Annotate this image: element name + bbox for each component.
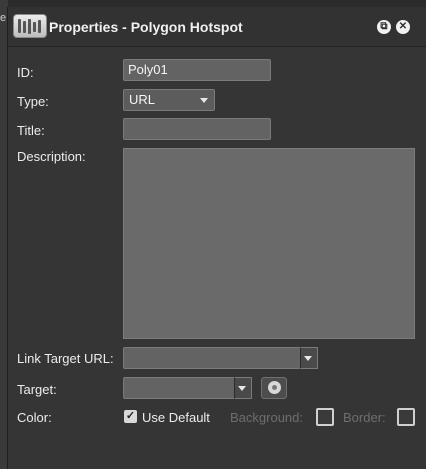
target-picker-button[interactable] xyxy=(261,377,287,399)
target-dropdown[interactable] xyxy=(234,377,252,399)
close-icon[interactable]: ✕ xyxy=(396,20,410,34)
target-input[interactable] xyxy=(123,377,235,399)
window-title: Properties - Polygon Hotspot xyxy=(49,19,243,35)
id-input[interactable]: Poly01 xyxy=(123,59,271,81)
type-select[interactable]: URL xyxy=(123,89,215,111)
target-picker-icon xyxy=(268,381,281,394)
equalizer-app-icon xyxy=(13,14,47,38)
use-default-checkbox[interactable]: ✓ xyxy=(124,410,137,423)
chevron-down-icon xyxy=(304,356,312,361)
chevron-down-icon xyxy=(200,98,208,103)
background-color-label: Background: xyxy=(230,410,303,425)
border-color-label: Border: xyxy=(343,410,386,425)
target-label: Target: xyxy=(17,382,57,397)
id-label: ID: xyxy=(17,65,34,80)
restore-window-icon[interactable]: ⧉ xyxy=(377,20,391,34)
title-label: Title: xyxy=(17,123,45,138)
type-select-value: URL xyxy=(129,92,156,107)
link-target-url-dropdown[interactable] xyxy=(300,347,318,369)
background-app-glyph: e xyxy=(0,12,7,24)
link-target-url-input[interactable] xyxy=(123,347,301,369)
type-label: Type: xyxy=(17,94,49,109)
link-target-url-label: Link Target URL: xyxy=(17,351,114,366)
border-color-swatch[interactable] xyxy=(397,408,415,426)
properties-panel: Properties - Polygon Hotspot ⧉ ✕ ID: Pol… xyxy=(7,7,426,469)
background-color-swatch[interactable] xyxy=(316,408,334,426)
use-default-label[interactable]: Use Default xyxy=(142,410,210,425)
description-label: Description: xyxy=(17,149,86,164)
color-label: Color: xyxy=(17,410,52,425)
chevron-down-icon xyxy=(238,386,246,391)
title-input[interactable] xyxy=(123,118,271,140)
description-textarea[interactable] xyxy=(123,148,415,339)
title-bar[interactable]: Properties - Polygon Hotspot ⧉ ✕ xyxy=(8,7,426,47)
